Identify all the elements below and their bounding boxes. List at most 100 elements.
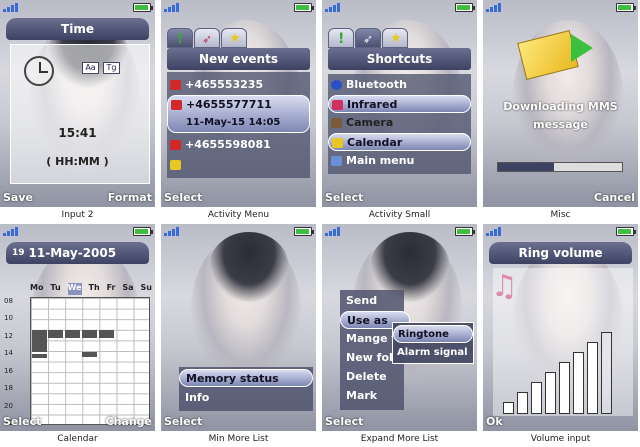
softkey-cancel[interactable]: Cancel [594,191,635,204]
list-item[interactable]: +465553235 [167,76,310,94]
events-list: +465553235 +4655577711 11-May-15 14:05 +4… [167,72,310,178]
time-input[interactable]: 15:41 [0,126,155,140]
hour-label: 18 [4,384,13,393]
list-item[interactable]: +4655598081 [167,136,310,154]
signal-icon [164,227,180,236]
softkey-change[interactable]: Change [106,415,153,428]
calendar-event[interactable] [32,354,47,358]
shortcut-bluetooth[interactable]: Bluetooth [328,76,471,94]
softkey-select[interactable]: Select [164,191,202,204]
volume-slider[interactable] [503,324,623,414]
arrow-icon: ➶ [202,32,213,46]
menu-item-send[interactable]: Send [340,292,404,310]
star-icon: ★ [229,31,241,46]
status-message-line1: Downloading MMS [503,100,618,113]
hour-label: 16 [4,366,13,375]
volume-level-bar [545,372,556,414]
calendar-event[interactable] [48,330,63,338]
hour-label: 20 [4,401,13,410]
day-label: Sa [122,283,134,292]
day-label: Th [88,283,100,292]
cell-misc: Downloading MMS message Cancel Misc [483,0,638,223]
tab-bookmarks[interactable]: ★ [382,28,408,48]
hour-label: 14 [4,349,13,358]
mode-tg-badge[interactable]: Tg [103,62,120,74]
volume-level-bar [559,362,570,414]
volume-level-bar [601,332,612,414]
list-item-selected[interactable]: +4655577711 11-May-15 14:05 [167,95,310,133]
bluetooth-icon [331,80,342,90]
submenu-item-label: Ringtone [398,329,449,340]
camera-icon [331,118,342,128]
status-bar [0,224,155,238]
star-icon: ★ [390,31,402,46]
exclamation-icon: ! [338,31,345,47]
shortcut-list: Bluetooth Infrared Camera Calendar Main … [328,74,471,174]
menu-item-mark[interactable]: Mark [340,387,404,405]
softkey-select[interactable]: Select [325,415,363,428]
clock-icon [24,56,54,86]
signal-icon [3,3,19,12]
cell-input-2: Time Aa Tg 15:41 ( HH:MM ) Save Format I… [0,0,155,223]
message-icon [170,160,181,170]
week-number: 19 [12,248,25,258]
softkey-select[interactable]: Select [3,415,41,428]
volume-level-bar [531,382,542,414]
submenu-item-ringtone[interactable]: Ringtone [393,325,473,343]
day-label: Tu [50,283,61,292]
softkey-save[interactable]: Save [3,191,33,204]
shortcut-calendar[interactable]: Calendar [328,133,471,151]
calendar-event[interactable] [65,330,80,338]
tab-alerts[interactable]: ! [328,28,354,48]
softkey-format[interactable]: Format [108,191,152,204]
softkey-select[interactable]: Select [325,191,363,204]
battery-icon [616,3,636,12]
hour-label: 08 [4,297,13,305]
softkey-select[interactable]: Select [164,415,202,428]
status-bar [0,0,155,14]
tab-alerts[interactable]: ! [167,28,193,48]
menu-item-label: Mange f [346,332,397,345]
status-bar [483,224,638,238]
calendar-event[interactable] [99,330,114,338]
shortcut-camera[interactable]: Camera [328,114,471,132]
day-label: Mo [30,283,44,292]
day-label: Su [140,283,152,292]
shortcut-infrared[interactable]: Infrared [328,95,471,113]
calendar-event[interactable] [82,330,97,338]
battery-icon [294,227,314,236]
menu-item-label: Delete [346,370,387,383]
day-label-selected[interactable]: We [67,283,82,295]
battery-icon [455,227,475,236]
shortcut-main-menu[interactable]: Main menu [328,152,471,170]
menu-item-label: Use as [347,314,388,327]
tab-shortcuts[interactable]: ➶ [355,28,381,48]
hour-label: 12 [4,331,13,340]
menu-item-delete[interactable]: Delete [340,368,404,386]
mode-aa-badge[interactable]: Aa [82,62,99,74]
submenu-item-alarm-signal[interactable]: Alarm signal [393,344,473,362]
menu-item-info[interactable]: Info [179,389,313,407]
cell-min-more-list: Memory status Info Select Min More List [161,224,316,447]
status-bar [161,224,316,238]
arrow-right-icon [571,34,593,62]
calendar-date: 11-May-2005 [28,246,117,260]
wallpaper-hair [209,232,289,302]
phone-screen: 19 11-May-2005 Mo Tu We Th Fr Sa Su 08 1… [0,224,155,431]
softkey-ok[interactable]: Ok [486,415,503,428]
calendar-event[interactable] [32,330,47,352]
tab-shortcuts[interactable]: ➶ [194,28,220,48]
calendar-event[interactable] [82,352,97,357]
cell-expand-more-list: Send Use as Mange f New fol Delete Mark … [322,224,477,447]
list-item-label: Main menu [346,154,415,167]
cell-caption: Input 2 [61,210,94,220]
status-bar [161,0,316,14]
volume-level-bar [573,352,584,414]
signal-icon [325,227,341,236]
volume-level-bar [503,402,514,414]
week-grid[interactable] [30,297,150,425]
battery-icon [133,227,153,236]
list-item[interactable] [167,156,310,174]
menu-item-memory-status[interactable]: Memory status [179,369,313,387]
tab-bookmarks[interactable]: ★ [221,28,247,48]
